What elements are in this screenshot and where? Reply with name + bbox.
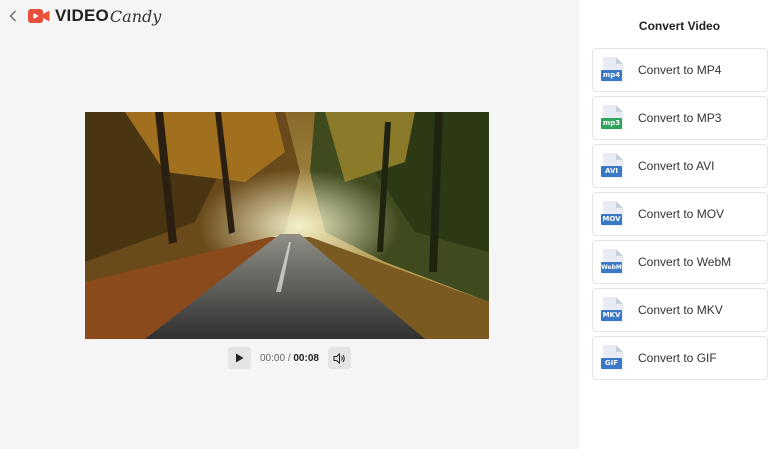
mov-file-icon: MOV <box>601 200 625 228</box>
convert-mov-option[interactable]: MOV Convert to MOV <box>592 192 768 236</box>
panel-title: Convert Video <box>638 19 721 33</box>
logo-text-candy: Candy <box>109 6 162 26</box>
option-label: Convert to WebM <box>638 255 732 269</box>
mp3-file-icon: mp3 <box>601 104 625 132</box>
back-button[interactable] <box>6 7 20 25</box>
option-label: Convert to MKV <box>638 303 723 317</box>
time-separator: / <box>287 352 291 364</box>
convert-avi-option[interactable]: AVI Convert to AVI <box>592 144 768 188</box>
convert-mp3-option[interactable]: mp3 Convert to MP3 <box>592 96 768 140</box>
app-logo[interactable]: VIDEO Candy <box>28 5 161 27</box>
option-label: Convert to MOV <box>638 207 725 221</box>
chevron-left-icon <box>9 10 16 22</box>
player-controls: 00:00 / 00:08 <box>228 347 351 369</box>
option-label: Convert to MP3 <box>638 111 722 125</box>
convert-mkv-option[interactable]: MKV Convert to MKV <box>592 288 768 332</box>
convert-gif-option[interactable]: GIF Convert to GIF <box>592 336 768 380</box>
duration: 00:08 <box>293 352 319 364</box>
gif-file-icon: GIF <box>601 344 625 372</box>
play-button[interactable] <box>228 347 251 369</box>
option-label: Convert to GIF <box>638 351 717 365</box>
video-camera-icon <box>28 9 50 23</box>
convert-options: mp4 Convert to MP4 mp3 Convert to MP3 AV… <box>592 48 768 384</box>
current-time: 00:00 <box>260 352 286 364</box>
option-label: Convert to MP4 <box>638 63 722 77</box>
mkv-file-icon: MKV <box>601 296 625 324</box>
logo-text-video: VIDEO <box>55 6 109 25</box>
volume-button[interactable] <box>327 347 351 369</box>
option-label: Convert to AVI <box>638 159 715 173</box>
convert-mp4-option[interactable]: mp4 Convert to MP4 <box>592 48 768 92</box>
webm-file-icon: WebM <box>601 248 625 276</box>
convert-panel: Convert Video mp4 Convert to MP4 mp3 Con… <box>579 0 780 449</box>
mp4-file-icon: mp4 <box>601 56 625 84</box>
convert-webm-option[interactable]: WebM Convert to WebM <box>592 240 768 284</box>
volume-icon <box>333 352 345 364</box>
video-preview[interactable] <box>85 112 489 339</box>
video-frame-image <box>85 112 489 339</box>
play-icon <box>236 353 244 363</box>
avi-file-icon: AVI <box>601 152 625 180</box>
time-display: 00:00 / 00:08 <box>260 353 319 364</box>
